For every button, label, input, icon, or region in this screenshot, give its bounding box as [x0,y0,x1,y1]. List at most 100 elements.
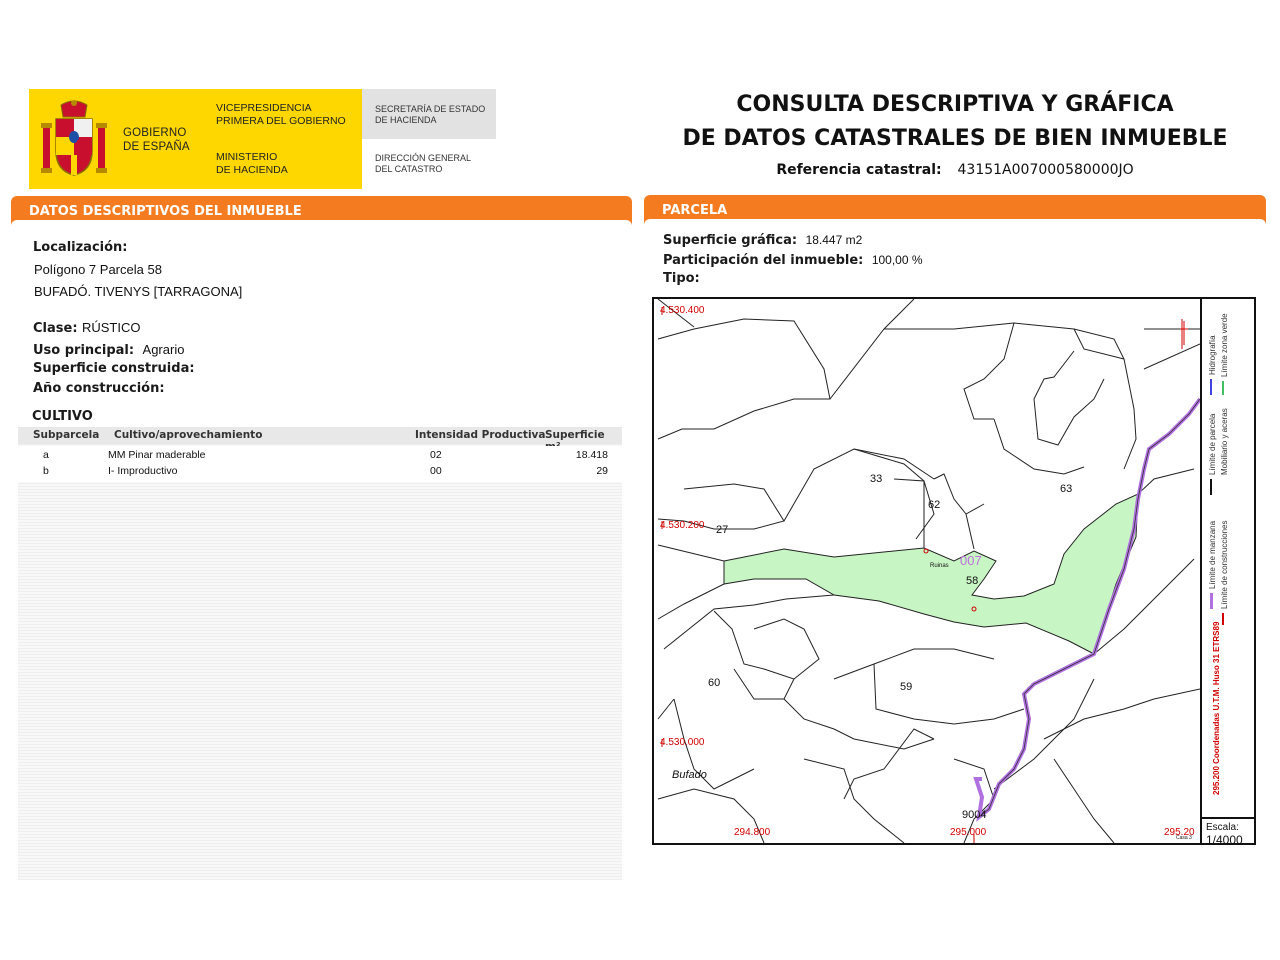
cell-cultivo: I- Improductivo [108,465,178,477]
legend-mobiliario: Mobiliario y aceras [1220,408,1229,475]
col-intensidad: Intensidad Productiva [415,429,546,441]
scale-label: Escala: [1206,822,1239,833]
header-logo-block: GOBIERNO DE ESPAÑA VICEPRESIDENCIA PRIME… [29,89,496,189]
cell-cultivo: MM Pinar maderable [108,449,206,461]
participacion-row: Participación del inmueble: 100,00 % [663,251,923,269]
ministerio-line1: MINISTERIO [216,151,278,163]
coord-x1: 294.800 [734,827,771,838]
place-name-bufado: Bufado [672,769,707,781]
ministerio-block: VICEPRESIDENCIA PRIMERA DEL GOBIERNO MIN… [204,89,362,189]
cell-intensidad: 02 [430,449,442,461]
legend-zona-verde: Límite zona verde [1220,313,1229,377]
building-marker [1180,319,1188,349]
cadastral-map[interactable]: 4.530.400 4.530.200 4.530.000 294.800 29… [652,297,1256,845]
poligono-label-007: 007 [960,553,982,568]
localizacion-line1: Polígono 7 Parcela 58 [34,262,162,277]
clase-value: RÚSTICO [81,320,141,335]
uso-label: Uso principal: [33,343,135,358]
section-bar-parcela: PARCELA [644,195,1266,225]
ministerio-line2: DE HACIENDA [216,164,288,176]
gobierno-line1: GOBIERNO [123,127,187,139]
cultivo-rows: a MM Pinar maderable 02 18.418 b I- Impr… [18,446,622,482]
map-legend: Límite de parcela Hidrografía Límite zon… [1200,299,1256,817]
coord-x2: 295.000 [950,827,987,838]
secretaria-line1: SECRETARÍA DE ESTADO [375,104,486,114]
parcel-label-62: 62 [928,499,941,511]
superficie-construida-label: Superficie construida: [33,361,195,376]
gobierno-line2: DE ESPAÑA [123,141,190,153]
vicepresidencia-line2: PRIMERA DEL GOBIERNO [216,115,346,127]
coord-y-top: 4.530.400 [660,305,705,316]
legend-limite-parcela: Límite de parcela [1208,413,1217,475]
direccion-block: DIRECCIÓN GENERAL DEL CATASTRO [362,139,496,189]
localizacion-line2: BUFADÓ. TIVENYS [TARRAGONA] [34,284,243,299]
legend-construcciones: Límite de construcciones [1220,520,1229,610]
anio-construccion-label: Año construcción: [33,381,165,396]
secretaria-line2: DE HACIENDA [375,115,437,125]
cell-superficie: 18.418 [575,449,608,461]
col-subparcela: Subparcela [33,429,100,441]
cell-subparcela: a [43,449,49,461]
tipo-label: Tipo: [663,271,700,286]
coord-y-mid: 4.530.200 [660,520,705,531]
participacion-value: 100,00 % [871,253,923,267]
utm-coordinates: 295.200 Coordenadas U.T.M. Huso 31 ETRS8… [1212,621,1221,795]
gobierno-text: GOBIERNO DE ESPAÑA [123,126,190,154]
superficie-grafica-value: 18.447 m2 [805,233,863,247]
casa-label: Casa 3 [1176,835,1192,841]
ref-label: Referencia catastral: [776,162,942,178]
ruinas-label: Ruinas [930,563,949,569]
map-scale: Escala: 1/4000 [1200,817,1254,847]
gobierno-logo: GOBIERNO DE ESPAÑA [29,89,204,189]
parcel-label-9004: 9004 [962,809,987,821]
vicepresidencia-line1: VICEPRESIDENCIA [216,102,312,114]
uso-value: Agrario [142,342,185,357]
parcel-label-27: 27 [716,524,729,536]
ministerio-text: MINISTERIO DE HACIENDA [216,151,288,177]
referencia-catastral: Referencia catastral: 43151A007000580000… [640,161,1270,178]
legend-swatch-construcciones [1222,613,1224,625]
parcel-label-33: 33 [870,473,883,485]
parcel-label-58: 58 [966,575,979,587]
ref-value[interactable]: 43151A007000580000JO [958,162,1134,178]
title-line1: CONSULTA DESCRIPTIVA Y GRÁFICA [736,92,1174,117]
coord-y-low: 4.530.000 [660,737,705,748]
coat-of-arms-icon [41,100,107,176]
secretaria-block: SECRETARÍA DE ESTADO DE HACIENDA [362,89,496,139]
legend-swatch-hidrografia [1210,379,1212,395]
title-line2: DE DATOS CATASTRALES DE BIEN INMUEBLE [682,126,1228,151]
cultivo-title: CULTIVO [32,409,93,424]
vicepresidencia-text: VICEPRESIDENCIA PRIMERA DEL GOBIERNO [216,102,346,128]
participacion-label: Participación del inmueble: [663,253,864,268]
cell-subparcela: b [43,465,49,477]
cell-intensidad: 00 [430,465,442,477]
superficie-grafica-row: Superficie gráfica: 18.447 m2 [663,231,862,249]
direccion-line2: DEL CATASTRO [375,164,443,174]
cultivo-header-row: Subparcela Cultivo/aprovechamiento Inten… [18,427,622,453]
secretaria-text: SECRETARÍA DE ESTADO DE HACIENDA [375,104,485,126]
scale-value: 1/4000 [1206,833,1243,847]
map-drawing [657,299,1200,843]
section-title-parcela: PARCELA [662,203,728,218]
parcel-label-63: 63 [1060,483,1073,495]
section-bar-descriptivos: DATOS DESCRIPTIVOS DEL INMUEBLE [11,196,632,226]
localizacion-label: Localización: [33,240,128,255]
clase-row: Clase: RÚSTICO [33,319,140,337]
direccion-text: DIRECCIÓN GENERAL DEL CATASTRO [375,153,471,175]
clase-label: Clase: [33,321,78,336]
document-title: CONSULTA DESCRIPTIVA Y GRÁFICA DE DATOS … [640,88,1270,156]
legend-swatch-zona-verde [1222,381,1224,395]
parcel-label-59: 59 [900,681,913,693]
legend-hidrografia: Hidrografía [1208,335,1217,375]
section-title-descriptivos: DATOS DESCRIPTIVOS DEL INMUEBLE [29,204,302,219]
cultivo-table: Subparcela Cultivo/aprovechamiento Inten… [18,427,622,880]
legend-limite-manzana: Límite de manzana [1208,520,1217,589]
uso-row: Uso principal: Agrario [33,341,184,359]
col-cultivo: Cultivo/aprovechamiento [114,429,263,441]
direccion-line1: DIRECCIÓN GENERAL [375,153,472,163]
cell-superficie: 29 [596,465,608,477]
legend-swatch-manzana [1210,593,1213,609]
parcel-label-60: 60 [708,677,721,689]
superficie-grafica-label: Superficie gráfica: [663,233,798,248]
legend-swatch-parcela [1210,479,1212,495]
